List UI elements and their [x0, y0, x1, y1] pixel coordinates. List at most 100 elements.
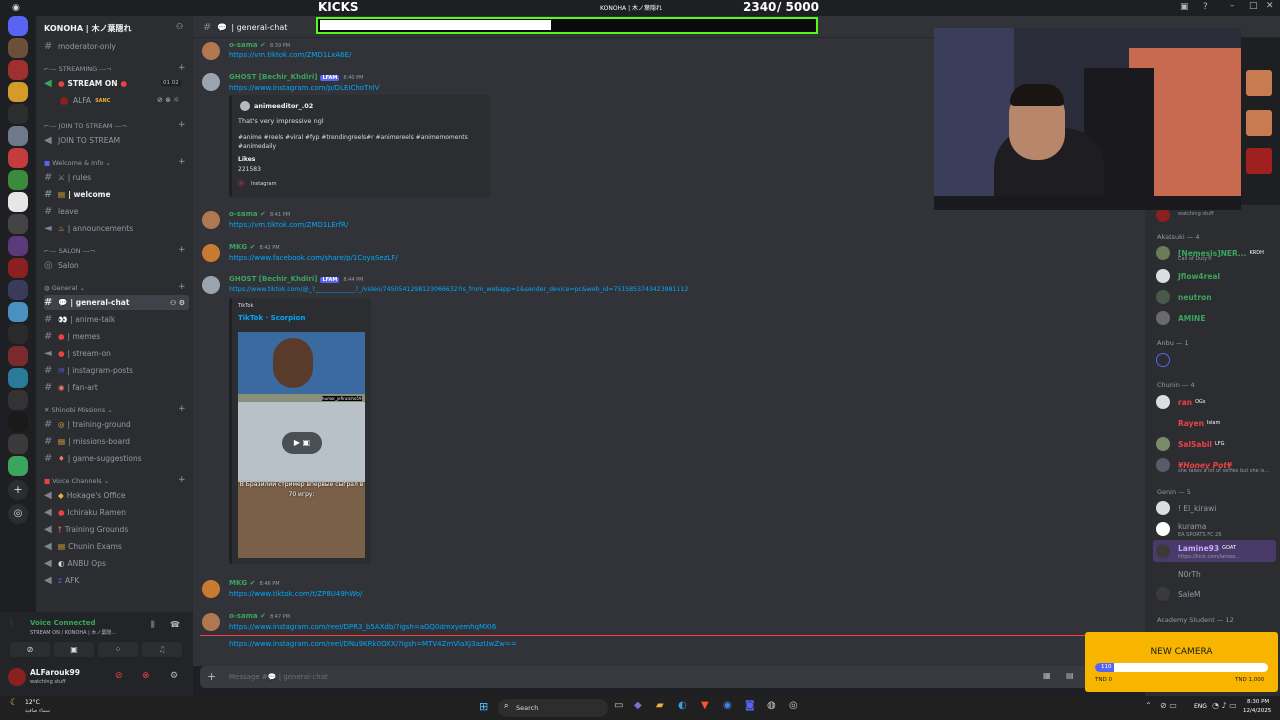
add-channel-icon[interactable]: + [178, 282, 186, 292]
current-username[interactable]: ALFarouk99 [30, 668, 80, 677]
avatar[interactable] [202, 244, 220, 262]
voice-channel-ichiraku[interactable]: ◀ ● Ichiraku Ramen [44, 505, 189, 520]
tray-chevron-icon[interactable]: ⌃ [1145, 701, 1152, 710]
message-link[interactable]: https://www.tiktok.com/@_?_____________?… [229, 286, 688, 293]
channel-rules[interactable]: # ⚔ | rules [44, 170, 189, 185]
add-channel-icon[interactable]: + [178, 245, 186, 255]
server-name[interactable]: KONOHA | 木ノ葉隠れ [36, 16, 193, 38]
category-general[interactable]: ◍ General ⌄ [44, 284, 85, 292]
avatar[interactable] [8, 668, 26, 686]
server-icon[interactable] [8, 104, 28, 124]
server-icon[interactable] [8, 148, 28, 168]
soundboard-button[interactable]: ♫ [142, 642, 182, 657]
taskbar-search[interactable]: ⌕ Search [498, 699, 608, 717]
server-icon[interactable] [8, 280, 28, 300]
voice-channel-afk[interactable]: ◀ z AFK [44, 573, 189, 588]
server-icon[interactable] [8, 390, 28, 410]
server-icon[interactable] [8, 258, 28, 278]
channel-welcome[interactable]: # ▤ | welcome [44, 187, 189, 202]
clock-time[interactable]: 8:30 PM [1247, 699, 1269, 705]
channel-fan-art[interactable]: # ◉ | fan-art [44, 380, 189, 395]
server-icon[interactable] [8, 324, 28, 344]
category-join[interactable]: ⌐--- JOIN TO STREAM ---¬ [44, 122, 127, 130]
add-channel-icon[interactable]: + [178, 63, 186, 73]
add-channel-icon[interactable]: + [178, 475, 186, 485]
member-item[interactable]: AMINE [1156, 309, 1205, 327]
member-item[interactable]: N0rTh [1156, 565, 1201, 583]
message-author[interactable]: MKG ✔ 8:42 PM [229, 243, 280, 251]
avatar[interactable] [202, 211, 220, 229]
channel-memes[interactable]: # ● | memes [44, 329, 189, 344]
voice-channel-join[interactable]: ◀ JOIN TO STREAM [44, 133, 189, 148]
server-icon[interactable] [8, 60, 28, 80]
channel-moderator-only[interactable]: # moderator-only [44, 39, 189, 54]
add-channel-icon[interactable]: + [178, 404, 186, 414]
disconnect-icon[interactable]: ☎ [170, 620, 180, 629]
video-thumbnail[interactable]: humor_jefinzinho59 ▶ ▣ В Бразилии стриме… [238, 332, 365, 558]
server-icon[interactable] [8, 214, 28, 234]
message-author[interactable]: o-sama ✔ 8:39 PM [229, 41, 290, 49]
channel-settings-icons[interactable]: ⚇ ⚙ [170, 299, 185, 307]
member-item[interactable]: ran OGs [1156, 393, 1206, 411]
inbox-icon[interactable]: ▣ [1180, 2, 1189, 12]
server-icon[interactable] [8, 236, 28, 256]
screen-share-button[interactable]: ▣ [54, 642, 94, 657]
language-indicator[interactable]: ENG [1194, 703, 1207, 710]
channel-anime-talk[interactable]: # 👀 | anime-talk [44, 312, 189, 327]
stage-channel-salon[interactable]: ◎ Salon [44, 258, 189, 273]
server-icon[interactable] [8, 302, 28, 322]
avatar[interactable] [202, 42, 220, 60]
member-item[interactable]: ! El_kirawi [1156, 499, 1216, 517]
message-link[interactable]: https://www.instagram.com/reel/DPR3_b5AX… [229, 623, 496, 631]
server-icon[interactable] [8, 38, 28, 58]
member-item[interactable]: Lamine93 GOAT https://kick.com/lamoo... [1156, 542, 1240, 560]
server-icon[interactable] [8, 456, 28, 476]
attach-plus-icon[interactable]: + [207, 670, 216, 683]
category-welcome[interactable]: ■ Welcome & Info ⌄ [44, 159, 111, 167]
message-link[interactable]: https://vm.tiktok.com/ZMD1LErfR/ [229, 221, 348, 229]
brave-icon[interactable]: ▼ [701, 700, 709, 711]
message-author[interactable]: o-sama ✔ 8:41 PM [229, 210, 290, 218]
server-icon[interactable] [8, 170, 28, 190]
activities-button[interactable]: ⁘ [98, 642, 138, 657]
channel-leave[interactable]: # leave [44, 204, 189, 219]
channel-announcements[interactable]: ◄ ♨ | announcements [44, 221, 189, 236]
server-icon[interactable] [8, 16, 28, 36]
add-channel-icon[interactable]: + [178, 120, 186, 130]
server-icon[interactable] [8, 346, 28, 366]
voice-channel-chunin[interactable]: ◀ ▤ Chunin Exams [44, 539, 189, 554]
camera-off-button[interactable]: ⊘ [10, 642, 50, 657]
message-link[interactable]: https://www.facebook.com/share/p/1CoyaSe… [229, 254, 398, 262]
avatar[interactable] [202, 580, 220, 598]
mic-muted-icon[interactable]: ⊘ [115, 671, 123, 681]
add-channel-icon[interactable]: + [178, 157, 186, 167]
server-icon[interactable] [8, 412, 28, 432]
obs-icon[interactable]: ◎ [789, 700, 798, 711]
discord-taskbar-icon[interactable]: ◙ [745, 700, 755, 711]
message-author[interactable]: o-sama ✔ 8:47 PM [229, 612, 290, 620]
message-author[interactable]: GHOST [Bechir_Khdiri] LFAM 8:44 PM [229, 275, 363, 283]
server-icon[interactable] [8, 192, 28, 212]
channel-instagram-posts[interactable]: # ✉ | instagram-posts [44, 363, 189, 378]
help-icon[interactable]: ? [1203, 2, 1208, 12]
noise-suppression-icon[interactable]: ⫼ [151, 620, 155, 630]
server-icon[interactable] [8, 82, 28, 102]
message-link[interactable]: https://www.tiktok.com/t/ZP8U49hWo/ [229, 590, 362, 598]
message-input[interactable]: Message #💬 | general-chat [229, 673, 328, 681]
user-settings-icon[interactable]: ⚙ [170, 671, 178, 681]
member-item[interactable]: Jflow4real [1156, 267, 1220, 285]
channel-missions-board[interactable]: # ▤ | missions-board [44, 434, 189, 449]
message-author[interactable]: MKG ✔ 8:46 PM [229, 579, 280, 587]
windows-start-icon[interactable]: ⊞ [479, 700, 488, 713]
member-item[interactable]: SalSabil LFG [1156, 435, 1225, 453]
voice-channel-anbu[interactable]: ◀ ◐ ANBU Ops [44, 556, 189, 571]
weather-icon[interactable]: ☾ [10, 698, 18, 708]
member-item[interactable]: ¥Honey Pot¥ she takes a lot of selfies bu… [1156, 456, 1269, 474]
deafen-icon[interactable]: ⊗ [142, 671, 150, 681]
add-server-icon[interactable]: + [8, 480, 28, 500]
member-item[interactable] [1156, 351, 1178, 369]
message-link[interactable]: https://www.instagram.com/p/DLEIChoTnlV [229, 84, 380, 92]
message-link[interactable]: https://www.instagram.com/reel/DNu9KRk0O… [229, 640, 517, 648]
message-input-box[interactable]: + Message #💬 | general-chat ▦ ▤ [200, 666, 1145, 688]
close-icon[interactable]: ✕ [1266, 1, 1274, 11]
